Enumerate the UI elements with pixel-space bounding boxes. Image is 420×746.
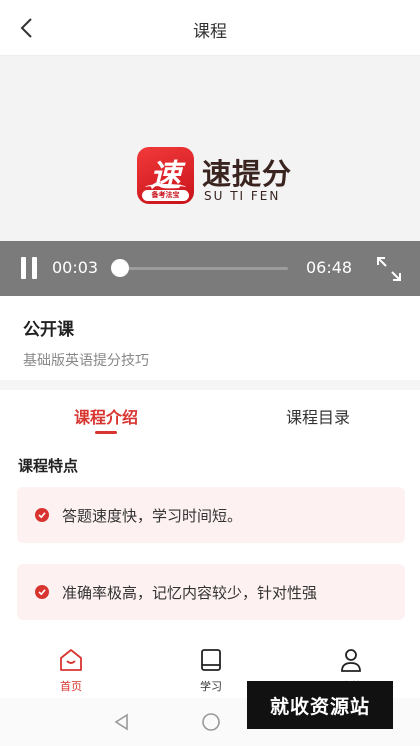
feature-text: 答题速度快，学习时间短。 — [62, 507, 243, 525]
progress-handle[interactable] — [110, 259, 129, 277]
feature-card: 答题速度快，学习时间短。 — [17, 487, 405, 543]
current-time: 00:03 — [52, 258, 99, 277]
brand-pinyin: SU TI FEN — [204, 189, 281, 203]
active-tab-indicator — [95, 431, 117, 434]
top-nav-bar: 课程 — [0, 0, 420, 56]
system-back-icon[interactable] — [112, 712, 132, 732]
tabbar-label: 学习 — [200, 680, 222, 693]
system-home-icon[interactable] — [201, 712, 221, 732]
section-divider — [0, 380, 420, 390]
course-subtitle: 基础版英语提分技巧 — [23, 353, 149, 369]
progress-track[interactable] — [118, 267, 288, 270]
course-title: 公开课 — [23, 320, 74, 340]
tab-course-intro[interactable]: 课程介绍 — [74, 404, 138, 428]
feature-card: 准确率极高，记忆内容较少，针对性强 — [17, 564, 405, 620]
brand-name: 速提分 — [202, 157, 293, 191]
brand-logo: 速 备考法宝 速提分 SU TI FEN — [137, 147, 297, 209]
book-icon — [201, 649, 221, 671]
tab-course-catalog[interactable]: 课程目录 — [286, 404, 350, 428]
home-icon — [60, 649, 82, 671]
app-icon-tag: 备考法宝 — [142, 190, 189, 201]
watermark-badge: 就收资源站 — [247, 681, 393, 729]
content-tabs: 课程介绍 课程目录 — [0, 390, 420, 438]
duration: 06:48 — [306, 258, 353, 277]
feature-text: 准确率极高，记忆内容较少，针对性强 — [62, 584, 318, 602]
page-title: 课程 — [193, 22, 227, 42]
video-player[interactable]: 速 备考法宝 速提分 SU TI FEN 00:03 06:48 — [0, 56, 420, 296]
pause-icon[interactable] — [20, 257, 38, 279]
check-circle-icon — [35, 508, 49, 522]
features-heading: 课程特点 — [18, 457, 79, 475]
check-circle-icon — [35, 585, 49, 599]
fullscreen-icon[interactable] — [375, 255, 403, 283]
app-icon: 速 备考法宝 — [137, 147, 194, 204]
tabbar-label: 首页 — [60, 680, 82, 693]
user-icon — [341, 649, 361, 672]
tabbar-item-study[interactable]: 学习 — [181, 646, 241, 694]
watermark-text: 就收资源站 — [269, 696, 370, 718]
course-info: 公开课 基础版英语提分技巧 — [0, 296, 420, 380]
player-controls: 00:03 06:48 — [0, 241, 420, 296]
tabbar-item-home[interactable]: 首页 — [41, 646, 101, 694]
